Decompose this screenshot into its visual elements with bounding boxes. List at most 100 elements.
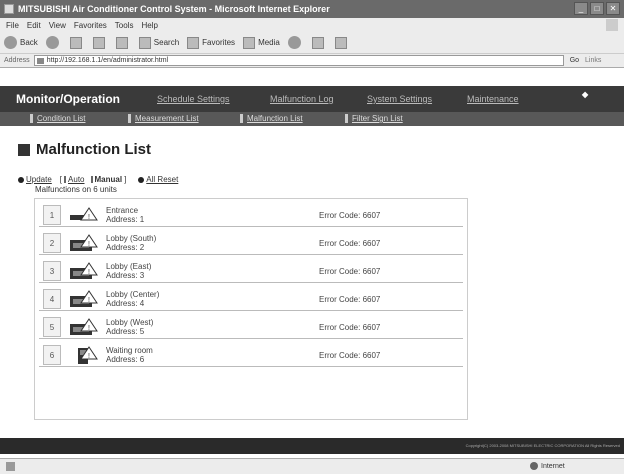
favorites-button[interactable]: Favorites [187,36,235,49]
search-icon [138,36,151,49]
error-code: Error Code: 6607 [319,295,381,304]
subnav-malfunction-list[interactable]: Malfunction List [240,114,303,123]
page-status-icon [6,462,15,471]
malfunction-row[interactable]: 2 ! Lobby (South) Address: 2 Error Code: … [39,231,463,255]
all-reset-link[interactable]: All Reset [146,175,178,184]
page-title: Malfunction List [18,141,151,158]
unit-name: Entrance [106,206,139,215]
svg-text:!: ! [88,214,90,221]
ceiling-unit-warning-icon: ! [70,207,98,221]
unit-info: Lobby (West) Address: 5 [106,318,153,336]
nav-system-settings[interactable]: System Settings [367,94,432,104]
unit-info: Entrance Address: 1 [106,206,144,224]
malfunction-row[interactable]: 3 ! Lobby (East) Address: 3 Error Code: 6… [39,259,463,283]
nav-schedule-settings[interactable]: Schedule Settings [157,94,230,104]
back-arrow-icon [4,36,17,49]
malfunction-row[interactable]: 4 ! Lobby (Center) Address: 4 Error Code:… [39,287,463,311]
go-button[interactable]: Go [570,57,579,64]
home-button[interactable] [115,36,131,49]
windows-logo-icon [606,19,618,31]
maximize-button[interactable]: □ [590,2,604,15]
subnav-filter-sign-list[interactable]: Filter Sign List [345,114,403,123]
bullet-icon [18,176,24,183]
sub-nav-bar: Condition List Measurement List Malfunct… [0,112,624,126]
security-zone: Internet [530,462,565,470]
list-controls: Update [ Auto Manual ] All Reset [18,175,178,184]
links-button[interactable]: Links [585,57,601,64]
window-title-bar: MITSUBISHI Air Conditioner Control Syste… [0,0,624,18]
forward-button[interactable] [45,36,62,49]
browser-toolbar: Back Search Favorites Media [0,32,624,54]
unit-address: Address: 3 [106,271,145,280]
cassette-unit-warning-icon: ! [70,234,98,251]
svg-text:!: ! [88,241,90,248]
title-square-icon [18,143,30,156]
error-code: Error Code: 6607 [319,323,381,332]
unit-info: Lobby (Center) Address: 4 [106,290,159,308]
subnav-condition-list[interactable]: Condition List [30,114,85,123]
update-link[interactable]: Update [26,175,52,184]
copyright-text: Copyright(C) 2003-2008 MITSUBISHI ELECTR… [465,443,620,448]
unit-name: Lobby (Center) [106,290,160,299]
cassette-unit-warning-icon: ! [70,318,98,335]
menu-view[interactable]: View [49,21,66,30]
back-button[interactable]: Back [4,36,38,49]
subnav-measurement-list[interactable]: Measurement List [128,114,199,123]
unit-name: Lobby (West) [106,318,154,327]
row-number: 2 [43,233,61,253]
error-code: Error Code: 6607 [319,267,381,276]
page-title-text: Malfunction List [36,141,151,158]
stop-icon [69,36,82,49]
ie-app-icon [4,4,14,14]
auto-link[interactable]: Auto [68,175,84,184]
nav-maintenance[interactable]: Maintenance [467,94,519,104]
print-button[interactable] [334,36,350,49]
malfunction-row[interactable]: 6 ! Waiting room Address: 6 Error Code: 6… [39,343,463,367]
row-number: 6 [43,345,61,365]
error-code: Error Code: 6607 [319,211,381,220]
refresh-icon [92,36,105,49]
minimize-button[interactable]: _ [574,2,588,15]
unit-info: Lobby (South) Address: 2 [106,234,156,252]
window-title: MITSUBISHI Air Conditioner Control Syste… [18,4,330,14]
unit-address: Address: 6 [106,355,145,364]
row-number: 4 [43,289,61,309]
malfunction-row[interactable]: 5 ! Lobby (West) Address: 5 Error Code: 6… [39,315,463,339]
address-bar: Address http://192.168.1.1/en/administra… [0,54,624,68]
malfunction-row[interactable]: 1 ! Entrance Address: 1 Error Code: 6607 [39,203,463,227]
menu-file[interactable]: File [6,21,19,30]
unit-name: Lobby (East) [106,262,152,271]
refresh-button[interactable] [92,36,108,49]
menu-favorites[interactable]: Favorites [74,21,107,30]
history-button[interactable] [287,36,304,49]
close-button[interactable]: ✕ [606,2,620,15]
svg-text:!: ! [88,325,90,332]
auto-marker-icon [64,176,67,183]
malfunction-list: 1 ! Entrance Address: 1 Error Code: 6607 … [34,198,468,420]
unit-address: Address: 4 [106,299,145,308]
mail-icon [311,36,324,49]
svg-text:!: ! [88,269,90,276]
open-bracket: [ [59,175,63,184]
close-bracket: ] [124,175,127,184]
row-number: 5 [43,317,61,337]
nav-malfunction-log[interactable]: Malfunction Log [270,94,334,104]
nav-monitor-operation[interactable]: Monitor/Operation [16,92,156,106]
menu-help[interactable]: Help [141,21,157,30]
error-code: Error Code: 6607 [319,351,381,360]
manual-label: Manual [94,175,123,184]
address-input[interactable]: http://192.168.1.1/en/administrator.html [33,55,564,66]
browser-status-bar: Internet [0,458,624,474]
cassette-unit-warning-icon: ! [70,290,98,307]
error-code: Error Code: 6607 [319,239,381,248]
unit-name: Waiting room [106,346,153,355]
media-button[interactable]: Media [243,36,280,49]
stop-button[interactable] [69,36,85,49]
mail-button[interactable] [311,36,327,49]
search-button[interactable]: Search [138,36,179,49]
menu-edit[interactable]: Edit [27,21,41,30]
unit-address: Address: 5 [106,327,145,336]
manual-marker-icon [90,176,93,183]
history-icon [287,36,301,49]
menu-tools[interactable]: Tools [115,21,134,30]
